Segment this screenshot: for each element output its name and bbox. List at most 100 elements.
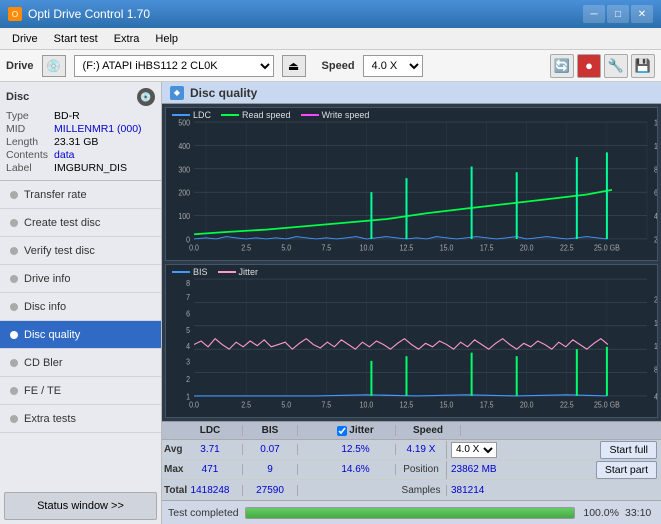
svg-text:25.0 GB: 25.0 GB [594,400,620,410]
max-label: Max [162,464,178,475]
start-full-button[interactable]: Start full [600,441,657,459]
stats-header-jitter: Jitter [316,425,396,436]
avg-jitter: 12.5% [316,444,396,455]
progress-status: Test completed [168,507,239,519]
svg-text:17.5: 17.5 [480,243,494,253]
svg-text:12%: 12% [654,342,657,352]
nav-dot [10,387,18,395]
nav-dot [10,275,18,283]
nav-dot [10,359,18,367]
svg-text:15.0: 15.0 [440,400,454,410]
length-label: Length [6,136,48,148]
nav-dot [10,415,18,423]
stats-max-row: Max 471 9 14.6% Position 23862 MB Start … [162,460,661,480]
svg-text:2.5: 2.5 [241,400,251,410]
drive-select[interactable]: (F:) ATAPI iHBS112 2 CL0K [74,55,274,77]
write-speed-legend-color [301,114,319,116]
svg-text:2.5: 2.5 [241,243,251,253]
svg-text:22.5: 22.5 [560,400,574,410]
nav-cd-bler[interactable]: CD Bler [0,349,161,377]
read-speed-legend-label: Read speed [242,110,291,120]
nav-items: Transfer rate Create test disc Verify te… [0,181,161,488]
eject-button[interactable]: ⏏ [282,55,306,77]
nav-dot [10,219,18,227]
speed-select-stats[interactable]: 4.0 X [451,442,497,458]
avg-right: 4.0 X Start full [446,441,661,459]
svg-text:300: 300 [178,165,190,175]
svg-text:16%: 16% [654,318,657,328]
max-right: 23862 MB Start part [446,461,661,479]
svg-text:15.0: 15.0 [440,243,454,253]
status-window-button[interactable]: Status window >> [4,492,157,520]
nav-transfer-rate[interactable]: Transfer rate [0,181,161,209]
svg-text:200: 200 [178,188,190,198]
start-part-button[interactable]: Start part [596,461,657,479]
save-icon[interactable]: 💾 [631,54,655,78]
nav-fe-te[interactable]: FE / TE [0,377,161,405]
app-title: Opti Drive Control 1.70 [28,7,150,21]
progress-bar-outer [245,507,575,519]
nav-create-test-disc[interactable]: Create test disc [0,209,161,237]
contents-value: data [54,149,155,161]
svg-text:22.5: 22.5 [560,243,574,253]
test-icon[interactable]: ● [577,54,601,78]
total-ldc: 1418248 [178,485,243,496]
svg-text:2: 2 [186,374,190,384]
nav-label: Disc info [24,301,66,313]
toolbar-icons: 🔄 ● 🔧 💾 [550,54,655,78]
nav-verify-test-disc[interactable]: Verify test disc [0,237,161,265]
avg-speed: 4.19 X [396,444,446,455]
jitter-label: Jitter [349,425,373,436]
max-jitter: 14.6% [316,464,396,475]
nav-drive-info[interactable]: Drive info [0,265,161,293]
svg-text:8: 8 [186,279,190,289]
title-bar: O Opti Drive Control 1.70 ─ □ ✕ [0,0,661,28]
avg-ldc: 3.71 [178,444,243,455]
menu-drive[interactable]: Drive [4,31,46,47]
ldc-legend: LDC [172,110,211,120]
close-button[interactable]: ✕ [631,5,653,23]
max-bis: 9 [243,464,298,475]
speed-select[interactable]: 4.0 X [363,55,423,77]
svg-text:7.5: 7.5 [321,400,331,410]
nav-label: CD Bler [24,357,63,369]
menu-start-test[interactable]: Start test [46,31,106,47]
nav-dot [10,331,18,339]
drive-icon-button[interactable]: 💿 [42,55,66,77]
stats-avg-row: Avg 3.71 0.07 12.5% 4.19 X 4.0 X Start f… [162,440,661,460]
menu-help[interactable]: Help [147,31,186,47]
settings-icon[interactable]: 🔧 [604,54,628,78]
jitter-checkbox[interactable] [337,426,347,436]
refresh-icon[interactable]: 🔄 [550,54,574,78]
nav-disc-info[interactable]: Disc info [0,293,161,321]
disc-title: Disc [6,91,29,103]
drive-label: Drive [6,60,34,72]
nav-label: Disc quality [24,329,80,341]
drive-bar: Drive 💿 (F:) ATAPI iHBS112 2 CL0K ⏏ Spee… [0,50,661,82]
stats-header-row: LDC BIS Jitter Speed [162,422,661,440]
stats-header-ldc: LDC [178,425,243,436]
nav-dot [10,191,18,199]
disc-info-grid: Type BD-R MID MILLENMR1 (000) Length 23.… [6,110,155,174]
type-value: BD-R [54,110,155,122]
read-speed-legend-color [221,114,239,116]
menu-extra[interactable]: Extra [106,31,148,47]
type-label: Type [6,110,48,122]
stats-header-bis: BIS [243,425,298,436]
nav-extra-tests[interactable]: Extra tests [0,405,161,433]
disc-icon: 💿 [137,88,155,106]
content-panel: ◆ Disc quality LDC Read speed [162,82,661,524]
minimize-button[interactable]: ─ [583,5,605,23]
top-chart: LDC Read speed Write speed [165,107,658,261]
maximize-button[interactable]: □ [607,5,629,23]
nav-disc-quality[interactable]: Disc quality [0,321,161,349]
top-chart-svg: 0 100 200 300 400 500 2X 4X 6X 8X 12X 18… [166,108,657,260]
svg-text:12.5: 12.5 [400,400,414,410]
svg-text:0.0: 0.0 [189,400,199,410]
disc-panel: Disc 💿 Type BD-R MID MILLENMR1 (000) Len… [0,82,161,181]
svg-text:7: 7 [186,293,190,303]
position-label: Position [396,464,446,475]
nav-label: FE / TE [24,385,61,397]
length-value: 23.31 GB [54,136,155,148]
disc-quality-header: ◆ Disc quality [162,82,661,104]
